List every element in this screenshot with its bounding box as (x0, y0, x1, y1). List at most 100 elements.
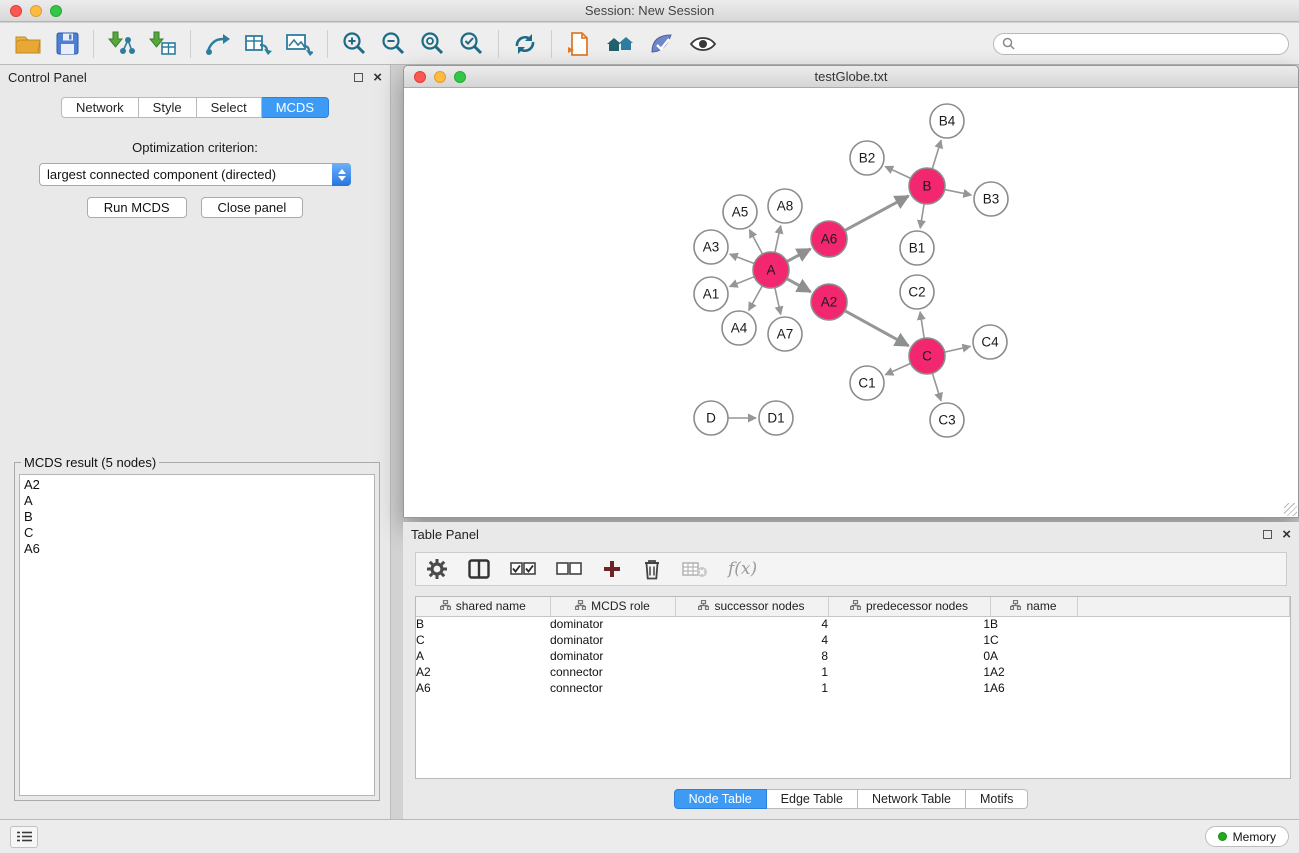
zoom-fit-icon[interactable] (420, 31, 445, 56)
tab-style[interactable]: Style (139, 97, 197, 118)
table-header-row[interactable]: shared nameMCDS rolesuccessor nodesprede… (416, 597, 1290, 616)
graph-edge[interactable] (787, 249, 811, 262)
refresh-icon[interactable] (513, 32, 537, 56)
delete-column-trash-icon[interactable] (642, 558, 662, 580)
table-tab-motifs[interactable]: Motifs (966, 789, 1028, 809)
mcds-result-item[interactable]: C (24, 525, 370, 541)
function-builder-icon[interactable]: f(x) (728, 559, 757, 579)
mcds-result-item[interactable]: A (24, 493, 370, 509)
column-header-name[interactable]: name (990, 597, 1077, 616)
window-resize-grip[interactable] (1284, 503, 1297, 516)
tab-mcds[interactable]: MCDS (262, 97, 329, 118)
table-tab-edge-table[interactable]: Edge Table (767, 789, 858, 809)
unselect-all-columns-icon[interactable] (556, 562, 582, 576)
search-field[interactable] (993, 33, 1289, 55)
table-close-panel-icon[interactable]: × (1282, 527, 1291, 542)
graph-edge[interactable] (932, 373, 941, 401)
table-row[interactable]: A6connector11A6 (416, 680, 1290, 696)
close-panel-icon[interactable]: × (373, 70, 382, 85)
open-session-icon[interactable] (14, 32, 42, 55)
close-panel-button[interactable]: Close panel (201, 197, 304, 218)
memory-button[interactable]: Memory (1205, 826, 1289, 847)
graph-edge[interactable] (749, 286, 763, 311)
tab-select[interactable]: Select (197, 97, 262, 118)
graph-edge[interactable] (775, 226, 781, 253)
graph-edge[interactable] (885, 166, 911, 178)
graph-node-C2[interactable]: C2 (900, 275, 934, 309)
table-row[interactable]: Adominator80A (416, 648, 1290, 664)
zoom-in-icon[interactable] (342, 31, 367, 56)
graph-node-C3[interactable]: C3 (930, 403, 964, 437)
column-header-successor-nodes[interactable]: successor nodes (675, 597, 828, 616)
double-home-icon[interactable] (605, 32, 635, 56)
zoom-out-icon[interactable] (381, 31, 406, 56)
save-session-icon[interactable] (56, 32, 79, 55)
mcds-result-item[interactable]: A6 (24, 541, 370, 557)
table-tab-network-table[interactable]: Network Table (858, 789, 966, 809)
graph-edge[interactable] (730, 277, 755, 287)
table-row[interactable]: Bdominator41B (416, 616, 1290, 632)
check-badge-icon[interactable] (649, 32, 675, 56)
network-canvas[interactable]: B4 B2 B B3 A5 A8 A6 B1 A3 A C2 A1 A2 A4 A7 C4 C C1 C3 D D1 (404, 88, 1298, 517)
run-mcds-button[interactable]: Run MCDS (87, 197, 187, 218)
graph-edge[interactable] (845, 311, 909, 346)
graph-edge[interactable] (775, 288, 781, 315)
table-body[interactable]: Bdominator41BCdominator41CAdominator80AA… (416, 616, 1290, 696)
export-image-icon[interactable] (286, 32, 313, 56)
table-tab-node-table[interactable]: Node Table (674, 789, 767, 809)
graph-node-A1[interactable]: A1 (694, 277, 728, 311)
graph-node-C1[interactable]: C1 (850, 366, 884, 400)
graph-node-B3[interactable]: B3 (974, 182, 1008, 216)
task-history-icon[interactable] (10, 826, 38, 848)
column-header-predecessor-nodes[interactable]: predecessor nodes (828, 597, 990, 616)
graph-edge[interactable] (945, 190, 972, 195)
create-column-icon[interactable] (602, 559, 622, 579)
search-input[interactable] (1019, 37, 1280, 51)
network-table-icon[interactable] (245, 32, 272, 56)
graph-edge[interactable] (730, 254, 755, 263)
column-header-shared-name[interactable]: shared name (416, 597, 550, 616)
clone-network-icon[interactable] (205, 32, 231, 56)
import-network-icon[interactable] (108, 31, 135, 56)
graph-edge[interactable] (920, 312, 924, 338)
table-float-panel-icon[interactable] (1263, 530, 1272, 539)
graph-edge[interactable] (920, 204, 924, 228)
graph-node-A7[interactable]: A7 (768, 317, 802, 351)
graph-node-A4[interactable]: A4 (722, 311, 756, 345)
graph-node-C[interactable]: C (909, 338, 945, 374)
select-all-columns-icon[interactable] (510, 562, 536, 576)
graph-node-D1[interactable]: D1 (759, 401, 793, 435)
optimization-criterion-select[interactable]: largest connected component (directed) (39, 163, 351, 186)
graph-node-B1[interactable]: B1 (900, 231, 934, 265)
eye-icon[interactable] (689, 34, 717, 54)
graph-node-D[interactable]: D (694, 401, 728, 435)
column-header-MCDS-role[interactable]: MCDS role (550, 597, 675, 616)
node-table[interactable]: shared nameMCDS rolesuccessor nodesprede… (415, 596, 1291, 779)
graph-node-A3[interactable]: A3 (694, 230, 728, 264)
graph-node-A5[interactable]: A5 (723, 195, 757, 229)
document-icon[interactable] (566, 31, 591, 57)
graph-node-A6[interactable]: A6 (811, 221, 847, 257)
graph-edge[interactable] (749, 230, 762, 254)
graph-node-C4[interactable]: C4 (973, 325, 1007, 359)
graph-edge[interactable] (845, 196, 909, 230)
graph-node-A2[interactable]: A2 (811, 284, 847, 320)
graph-edge[interactable] (885, 363, 910, 374)
graph-edge[interactable] (945, 346, 971, 352)
graph-node-B4[interactable]: B4 (930, 104, 964, 138)
mcds-result-item[interactable]: B (24, 509, 370, 525)
graph-edge[interactable] (932, 140, 941, 169)
show-columns-icon[interactable] (468, 559, 490, 579)
mcds-result-list[interactable]: A2ABCA6 (19, 474, 375, 796)
float-panel-icon[interactable] (354, 73, 363, 82)
graph-node-B[interactable]: B (909, 168, 945, 204)
graph-edge[interactable] (787, 279, 811, 292)
graph-node-B2[interactable]: B2 (850, 141, 884, 175)
zoom-selected-icon[interactable] (459, 31, 484, 56)
graph-node-A[interactable]: A (753, 252, 789, 288)
table-settings-gear-icon[interactable] (426, 558, 448, 580)
mcds-result-item[interactable]: A2 (24, 477, 370, 493)
graph-node-A8[interactable]: A8 (768, 189, 802, 223)
table-row[interactable]: A2connector11A2 (416, 664, 1290, 680)
table-row[interactable]: Cdominator41C (416, 632, 1290, 648)
